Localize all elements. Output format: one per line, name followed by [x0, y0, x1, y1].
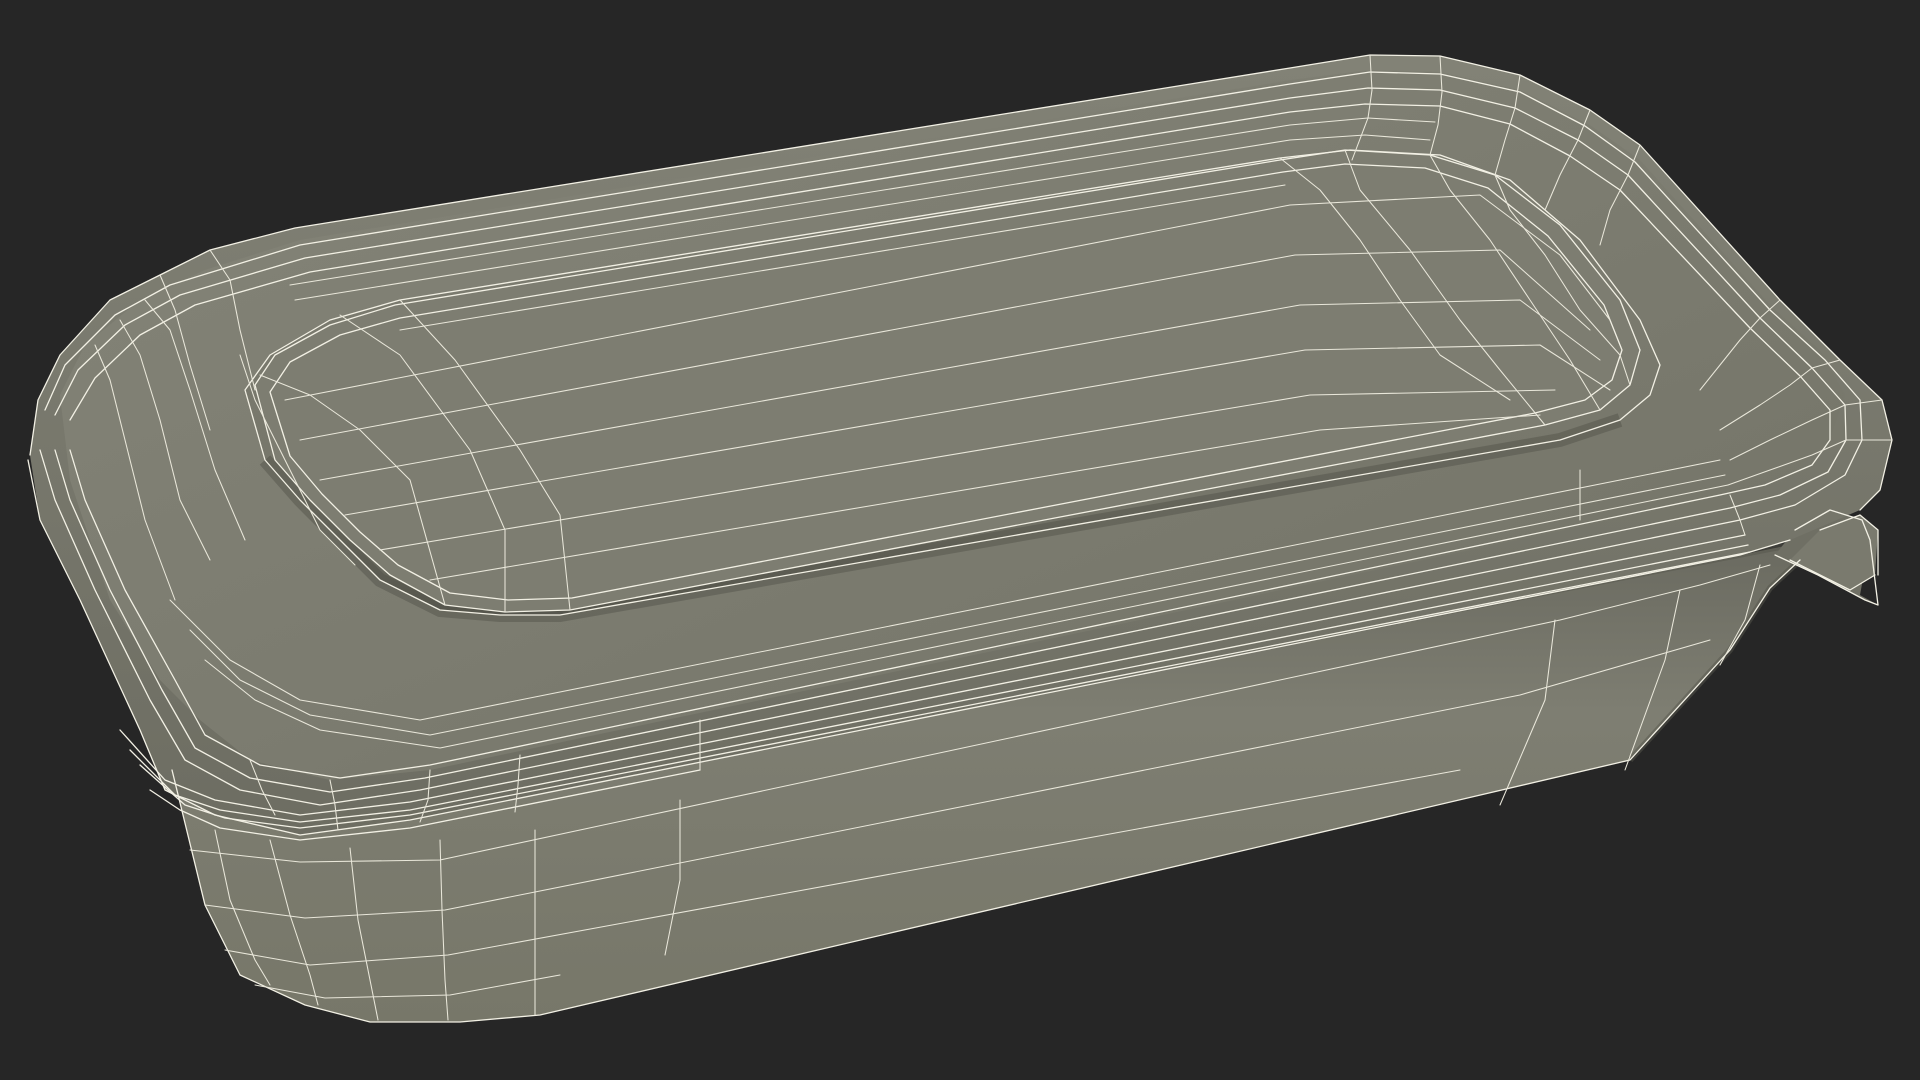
render-viewport: [0, 0, 1920, 1080]
food-container-wireframe-icon: [27, 54, 1893, 1023]
